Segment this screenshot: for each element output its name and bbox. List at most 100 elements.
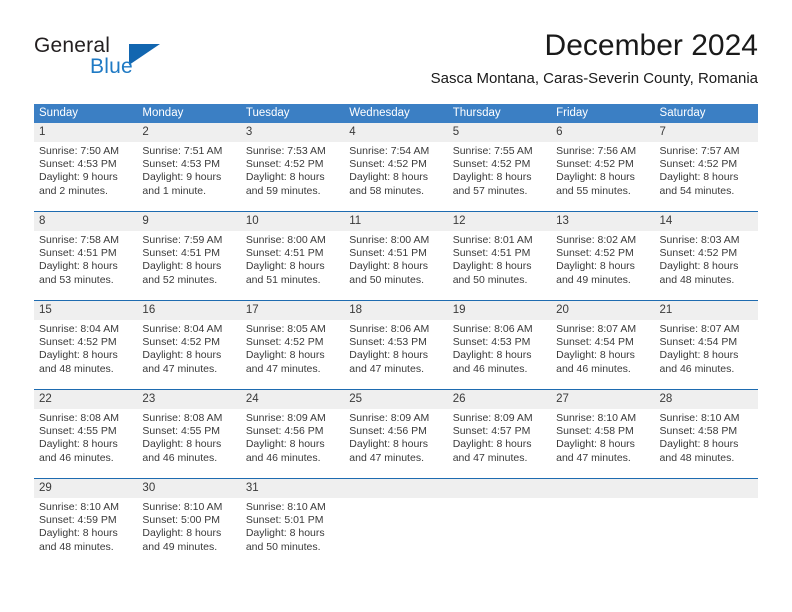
day-number[interactable]: 7: [655, 123, 758, 142]
week-detail-band: Sunrise: 8:08 AM Sunset: 4:55 PM Dayligh…: [34, 409, 758, 478]
weekday-header-monday: Monday: [142, 107, 184, 119]
day-cell[interactable]: Sunrise: 8:10 AM Sunset: 5:01 PM Dayligh…: [241, 498, 344, 567]
day-cell[interactable]: Sunrise: 8:10 AM Sunset: 5:00 PM Dayligh…: [137, 498, 240, 567]
sunrise-text: Sunrise: 8:06 AM: [349, 323, 430, 335]
sunrise-text: Sunrise: 8:10 AM: [142, 501, 223, 513]
weekday-header-tuesday: Tuesday: [245, 107, 290, 119]
daylight-text-line2: and 58 minutes.: [349, 184, 424, 197]
week-detail-band: Sunrise: 7:58 AM Sunset: 4:51 PM Dayligh…: [34, 231, 758, 300]
day-number[interactable]: 16: [137, 301, 240, 320]
day-cell[interactable]: Sunrise: 7:55 AM Sunset: 4:52 PM Dayligh…: [448, 142, 551, 211]
day-number[interactable]: 1: [34, 123, 137, 142]
sunrise-text: Sunrise: 8:09 AM: [349, 412, 430, 424]
day-cell[interactable]: Sunrise: 8:04 AM Sunset: 4:52 PM Dayligh…: [137, 320, 240, 389]
daylight-text-line2: and 50 minutes.: [245, 540, 321, 553]
page-title: December 2024: [544, 29, 758, 62]
day-cell[interactable]: Sunrise: 7:58 AM Sunset: 4:51 PM Dayligh…: [34, 231, 137, 300]
daylight-text-line1: Daylight: 8 hours: [659, 438, 739, 451]
daylight-text-line2: and 53 minutes.: [39, 273, 114, 286]
day-number[interactable]: 23: [137, 390, 240, 409]
daylight-text-line1: Daylight: 8 hours: [142, 438, 222, 451]
day-cell[interactable]: Sunrise: 8:05 AM Sunset: 4:52 PM Dayligh…: [241, 320, 344, 389]
day-cell[interactable]: Sunrise: 8:04 AM Sunset: 4:52 PM Dayligh…: [34, 320, 137, 389]
daylight-text-line2: and 46 minutes.: [245, 451, 321, 464]
sunrise-text: Sunrise: 8:02 AM: [556, 234, 637, 246]
day-number[interactable]: 10: [241, 212, 344, 231]
day-cell[interactable]: Sunrise: 7:50 AM Sunset: 4:53 PM Dayligh…: [34, 142, 137, 211]
day-cell[interactable]: Sunrise: 8:06 AM Sunset: 4:53 PM Dayligh…: [344, 320, 447, 389]
day-cell[interactable]: Sunrise: 8:03 AM Sunset: 4:52 PM Dayligh…: [655, 231, 758, 300]
day-number[interactable]: 20: [551, 301, 654, 320]
day-cell[interactable]: Sunrise: 7:51 AM Sunset: 4:53 PM Dayligh…: [137, 142, 240, 211]
day-number[interactable]: 11: [344, 212, 447, 231]
day-number[interactable]: 12: [448, 212, 551, 231]
day-cell[interactable]: Sunrise: 8:10 AM Sunset: 4:59 PM Dayligh…: [34, 498, 137, 567]
day-cell[interactable]: Sunrise: 8:07 AM Sunset: 4:54 PM Dayligh…: [551, 320, 654, 389]
day-number[interactable]: 24: [241, 390, 344, 409]
day-cell[interactable]: Sunrise: 7:54 AM Sunset: 4:52 PM Dayligh…: [344, 142, 447, 211]
day-number[interactable]: 3: [241, 123, 344, 142]
brand-logo[interactable]: General Blue: [34, 34, 214, 88]
day-cell[interactable]: Sunrise: 8:09 AM Sunset: 4:57 PM Dayligh…: [448, 409, 551, 478]
day-number[interactable]: 26: [448, 390, 551, 409]
sunset-text: Sunset: 4:52 PM: [556, 247, 634, 260]
daylight-text-line1: Daylight: 8 hours: [349, 438, 429, 451]
daylight-text-line1: Daylight: 8 hours: [556, 349, 635, 362]
daylight-text-line2: and 2 minutes.: [39, 184, 108, 197]
day-number[interactable]: 25: [344, 390, 447, 409]
day-number[interactable]: 13: [551, 212, 654, 231]
sunset-text: Sunset: 4:52 PM: [245, 336, 324, 349]
sunrise-text: Sunrise: 8:10 AM: [659, 412, 740, 424]
daylight-text-line2: and 57 minutes.: [452, 184, 528, 197]
day-number[interactable]: 15: [34, 301, 137, 320]
day-number[interactable]: 19: [448, 301, 551, 320]
daylight-text-line1: Daylight: 8 hours: [142, 349, 222, 362]
day-number-empty: [448, 479, 551, 498]
day-cell[interactable]: Sunrise: 8:09 AM Sunset: 4:56 PM Dayligh…: [241, 409, 344, 478]
day-number[interactable]: 30: [137, 479, 240, 498]
day-number[interactable]: 18: [344, 301, 447, 320]
day-cell[interactable]: Sunrise: 7:59 AM Sunset: 4:51 PM Dayligh…: [137, 231, 240, 300]
day-number[interactable]: 9: [137, 212, 240, 231]
calendar-week-row: 8 9 10 11 12 13 14 Sunrise: 7:58 AM Suns…: [34, 211, 758, 300]
day-number[interactable]: 22: [34, 390, 137, 409]
day-cell[interactable]: Sunrise: 8:00 AM Sunset: 4:51 PM Dayligh…: [344, 231, 447, 300]
day-number[interactable]: 28: [655, 390, 758, 409]
day-number[interactable]: 6: [551, 123, 654, 142]
sunrise-text: Sunrise: 8:07 AM: [556, 323, 637, 335]
day-cell[interactable]: Sunrise: 8:08 AM Sunset: 4:55 PM Dayligh…: [34, 409, 137, 478]
day-cell[interactable]: Sunrise: 8:07 AM Sunset: 4:54 PM Dayligh…: [655, 320, 758, 389]
sunrise-text: Sunrise: 8:06 AM: [452, 323, 533, 335]
sunset-text: Sunset: 4:53 PM: [142, 158, 221, 171]
day-number[interactable]: 21: [655, 301, 758, 320]
sunset-text: Sunset: 4:52 PM: [245, 158, 324, 171]
day-number[interactable]: 27: [551, 390, 654, 409]
day-cell[interactable]: Sunrise: 8:09 AM Sunset: 4:56 PM Dayligh…: [344, 409, 447, 478]
day-number[interactable]: 31: [241, 479, 344, 498]
brand-name-blue: Blue: [90, 55, 133, 78]
daylight-text-line1: Daylight: 8 hours: [245, 527, 325, 540]
day-number[interactable]: 17: [241, 301, 344, 320]
day-cell[interactable]: Sunrise: 7:57 AM Sunset: 4:52 PM Dayligh…: [655, 142, 758, 211]
daylight-text-line2: and 46 minutes.: [142, 451, 218, 464]
day-cell[interactable]: Sunrise: 8:08 AM Sunset: 4:55 PM Dayligh…: [137, 409, 240, 478]
day-cell[interactable]: Sunrise: 8:10 AM Sunset: 4:58 PM Dayligh…: [655, 409, 758, 478]
daylight-text-line1: Daylight: 8 hours: [245, 349, 325, 362]
day-number[interactable]: 2: [137, 123, 240, 142]
day-number[interactable]: 8: [34, 212, 137, 231]
day-cell[interactable]: Sunrise: 8:06 AM Sunset: 4:53 PM Dayligh…: [448, 320, 551, 389]
day-cell[interactable]: Sunrise: 7:53 AM Sunset: 4:52 PM Dayligh…: [241, 142, 344, 211]
day-number[interactable]: 5: [448, 123, 551, 142]
day-cell[interactable]: Sunrise: 8:01 AM Sunset: 4:51 PM Dayligh…: [448, 231, 551, 300]
day-number[interactable]: 14: [655, 212, 758, 231]
day-cell[interactable]: Sunrise: 7:56 AM Sunset: 4:52 PM Dayligh…: [551, 142, 654, 211]
calendar-week-row: 22 23 24 25 26 27 28 Sunrise: 8:08 AM Su…: [34, 389, 758, 478]
day-cell[interactable]: Sunrise: 8:02 AM Sunset: 4:52 PM Dayligh…: [551, 231, 654, 300]
day-cell[interactable]: Sunrise: 8:10 AM Sunset: 4:58 PM Dayligh…: [551, 409, 654, 478]
day-cell[interactable]: Sunrise: 8:00 AM Sunset: 4:51 PM Dayligh…: [241, 231, 344, 300]
sunset-text: Sunset: 4:52 PM: [659, 158, 738, 171]
day-number[interactable]: 29: [34, 479, 137, 498]
day-number[interactable]: 4: [344, 123, 447, 142]
sunset-text: Sunset: 4:57 PM: [452, 425, 531, 438]
sunrise-text: Sunrise: 8:04 AM: [39, 323, 119, 335]
